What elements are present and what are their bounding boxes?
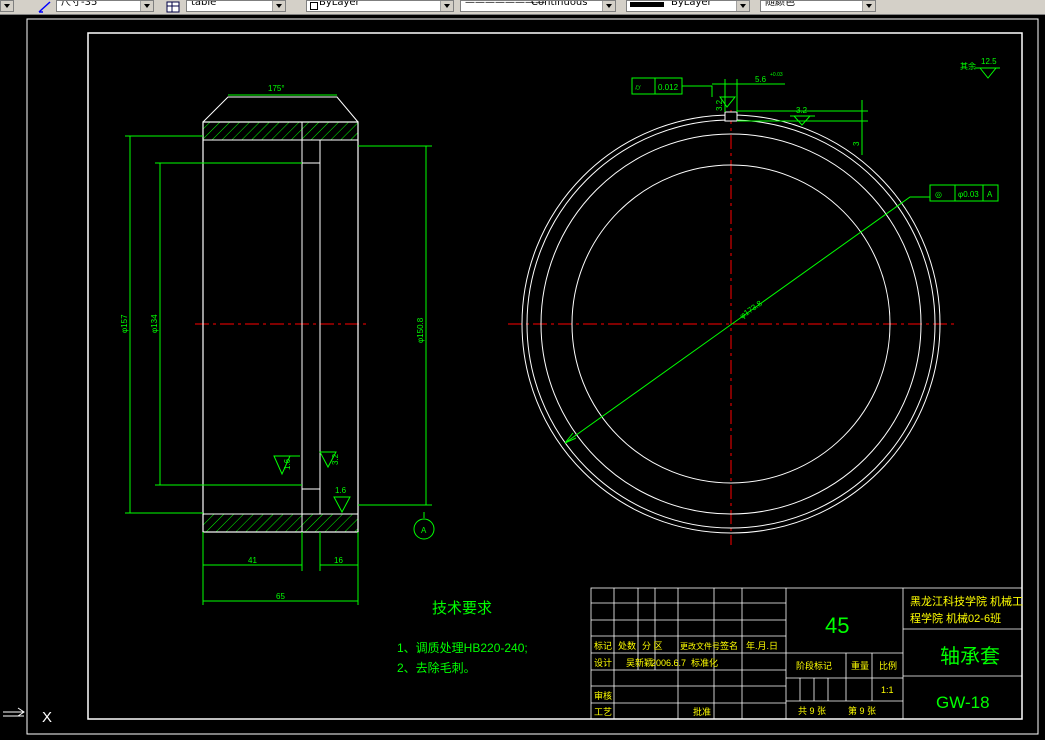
- part-name: 轴承套: [940, 645, 1000, 668]
- header-mark: 标记: [594, 640, 612, 651]
- dim-65: 65: [276, 592, 285, 601]
- review-label: 审核: [594, 690, 612, 701]
- roughness-3-2-b: 3.2: [715, 99, 724, 111]
- chevron-down-icon: [862, 1, 875, 11]
- lineweight-control-dropdown[interactable]: ByLayer: [626, 0, 750, 12]
- keyway-depth: 3: [852, 141, 861, 146]
- header-date: 年.月.日: [746, 640, 778, 651]
- drawing-canvas[interactable]: X 175° φ157 φ134 φ150.8 41 16 65 1.6 3.2…: [0, 15, 1045, 735]
- dim-phi150: φ150.8: [416, 317, 425, 343]
- dim-16: 16: [334, 556, 343, 565]
- datum-a-label: A: [421, 526, 427, 535]
- circularity-datum: A: [987, 190, 993, 199]
- ucs-icon: X: [3, 707, 52, 726]
- dimension-style-icon[interactable]: [38, 0, 52, 13]
- plot-style-dropdown[interactable]: 随颜色: [760, 0, 876, 12]
- header-doc: 更改文件号: [680, 641, 720, 651]
- layer-dropdown-stub[interactable]: [0, 0, 14, 12]
- approve-label: 批准: [693, 706, 711, 717]
- dimension-style-dropdown[interactable]: 尺寸-35: [56, 0, 154, 12]
- flatness-symbol: ⌭: [635, 83, 641, 92]
- sheet-outer-border: [26, 18, 1039, 735]
- chevron-down-icon: [440, 1, 453, 11]
- dim-41: 41: [248, 556, 257, 565]
- class-name: 程学院 机械02-6班: [910, 611, 1001, 625]
- chevron-down-icon: [140, 1, 153, 11]
- chevron-down-icon: [736, 1, 749, 11]
- tech-requirement-2: 2、去除毛刺。: [397, 660, 476, 675]
- tech-requirement-1: 1、调质处理HB220-240;: [397, 641, 528, 655]
- chevron-down-icon: [602, 1, 615, 11]
- material-value: 45: [825, 613, 849, 638]
- ucs-x-label: X: [42, 709, 52, 726]
- lineweight-swatch-icon: [630, 2, 664, 7]
- dim-phi173: φ173.8: [738, 298, 764, 320]
- roughness-1-6-a: 1.6: [283, 458, 292, 470]
- table-style-dropdown[interactable]: table: [186, 0, 286, 12]
- designer-label: 设计: [594, 657, 612, 668]
- school-name: 黑龙江科技学院 机械工: [910, 594, 1023, 608]
- header-sign: 签名: [720, 640, 738, 651]
- groove-top: [302, 139, 321, 164]
- tech-requirements-title: 技术要求: [432, 600, 492, 617]
- dim-phi134: φ134: [150, 314, 159, 333]
- weight-label: 重量: [851, 660, 869, 671]
- roughness-3-2-a: 3.2: [331, 453, 340, 465]
- dim-phi157: φ157: [120, 314, 129, 333]
- hatch-top: [202, 121, 359, 141]
- process-label: 工艺: [594, 707, 612, 717]
- standardization-label: 标准化: [691, 657, 718, 668]
- table-style-icon[interactable]: [166, 0, 180, 13]
- scale-value: 1:1: [881, 685, 894, 695]
- hatch-bottom: [202, 513, 359, 533]
- groove-bottom: [302, 488, 321, 515]
- design-date: 2006.6.7: [651, 658, 686, 668]
- other-roughness-value: 12.5: [981, 57, 997, 66]
- chevron-down-icon: [272, 1, 285, 11]
- properties-toolbar: 尺寸-35 table ByLayer ———————— Continuous B…: [0, 0, 1045, 15]
- keyway-width: 5.6: [755, 75, 767, 84]
- header-zone: 分 区: [642, 641, 663, 651]
- roughness-3-2-c: 3.2: [796, 106, 808, 115]
- other-roughness-label: 其余: [960, 61, 976, 71]
- circularity-value: φ0.03: [958, 190, 979, 199]
- designer-name: 吴新颖: [626, 657, 653, 668]
- chevron-down-icon: [1, 1, 13, 11]
- chamfer-label: 175°: [268, 84, 285, 93]
- drawing-number: GW-18: [936, 693, 990, 712]
- total-sheets: 共 9 张: [798, 706, 826, 716]
- side-view-dimensions: [564, 67, 1000, 444]
- header-count: 处数: [618, 640, 636, 651]
- circularity-symbol: ◎: [935, 190, 942, 199]
- chamfer-outline: [202, 96, 359, 123]
- flatness-value: 0.012: [658, 83, 679, 92]
- color-swatch-icon: [310, 2, 318, 10]
- roughness-1-6-b: 1.6: [335, 486, 347, 495]
- keyway: [724, 111, 738, 122]
- color-control-dropdown[interactable]: ByLayer: [306, 0, 454, 12]
- sheet-number: 第 9 张: [848, 705, 876, 716]
- scale-label: 比例: [879, 660, 897, 671]
- stage-mark-label: 阶段标记: [796, 660, 832, 671]
- keyway-width-tolerance: +0.03: [770, 72, 783, 78]
- linetype-control-dropdown[interactable]: ———————— Continuous: [460, 0, 616, 12]
- side-view: [508, 110, 955, 545]
